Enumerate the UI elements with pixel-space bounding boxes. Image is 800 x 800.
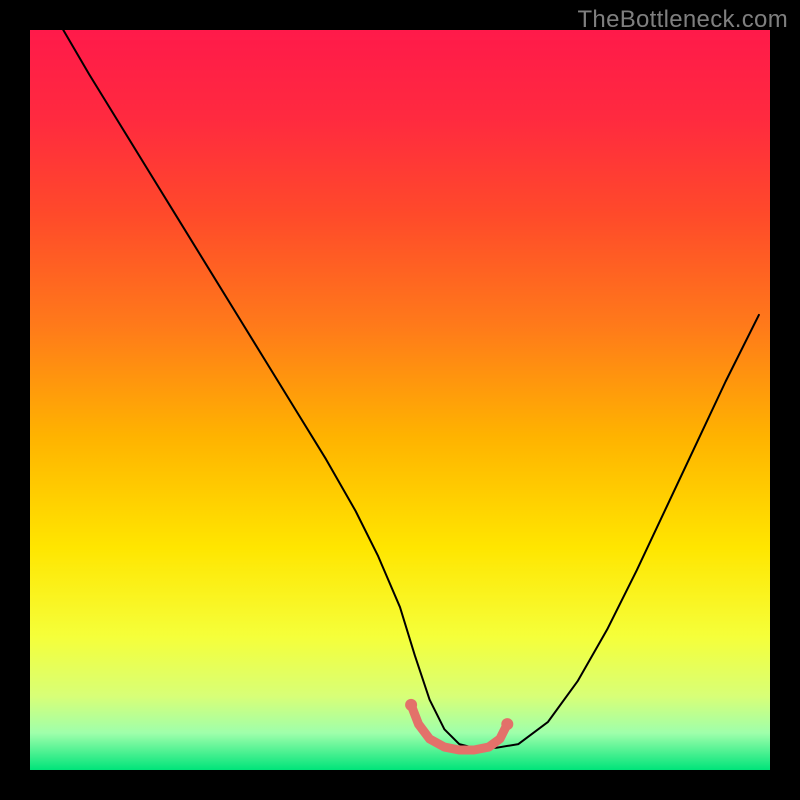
highlight-dot-right (501, 718, 513, 730)
chart-container: TheBottleneck.com (0, 0, 800, 800)
highlight-dot-left (405, 699, 417, 711)
plot-area (30, 30, 770, 770)
gradient-background (30, 30, 770, 770)
chart-svg (30, 30, 770, 770)
watermark-text: TheBottleneck.com (577, 6, 788, 34)
